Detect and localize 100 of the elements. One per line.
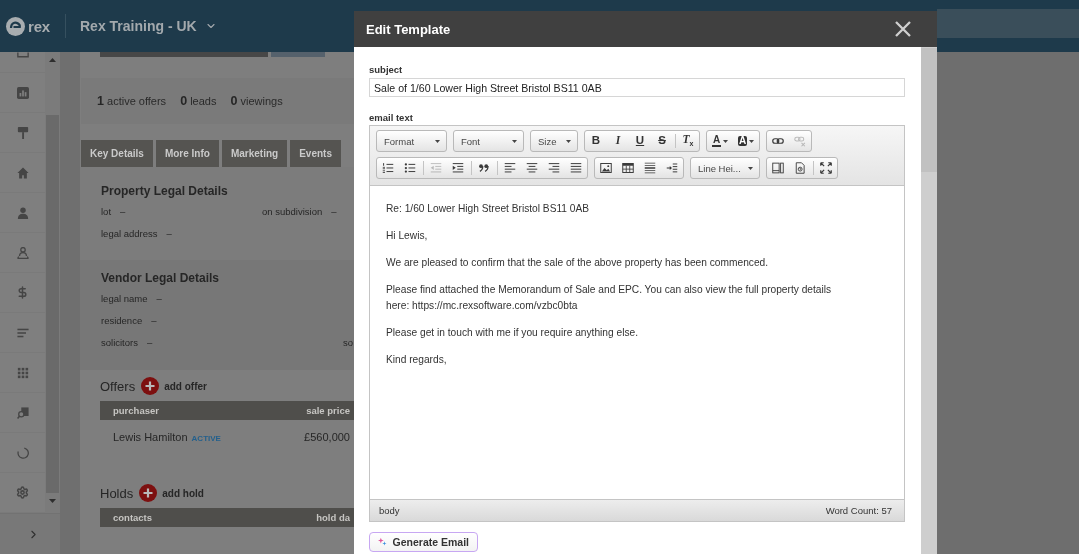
home-icon[interactable] (16, 166, 29, 179)
page-layout-icon (772, 162, 784, 174)
dollar-icon[interactable] (16, 286, 29, 299)
document-search-icon[interactable] (16, 406, 29, 419)
email-paragraph: Re: 1/60 Lower High Street Bristol BS11 0AB (386, 202, 591, 216)
align-center-icon (526, 162, 538, 174)
email-paragraph: Kind regards, (386, 353, 448, 367)
field-value: – (156, 292, 162, 304)
align-left-icon (504, 162, 516, 174)
field-label: solicitors (101, 336, 138, 348)
caret-down-icon (566, 139, 571, 143)
account-switcher[interactable]: Rex Training - UK (80, 18, 217, 34)
tab[interactable]: Events (290, 140, 341, 167)
toolbar-dropdown[interactable]: Size (530, 130, 578, 152)
email-paragraph: We are pleased to confirm that the sale of the above property has been commenced. (386, 256, 770, 270)
field-label: residence (101, 314, 143, 326)
field-label: lot (101, 205, 112, 217)
remove-format-button[interactable]: T$_{x}$ (677, 131, 699, 151)
chart-icon[interactable] (16, 86, 29, 99)
justify-icon (570, 162, 582, 174)
background-color-button[interactable]: A (733, 131, 759, 151)
bold-button[interactable]: B (585, 131, 607, 151)
scrollbar-track[interactable] (45, 52, 60, 513)
toolbar-dropdown[interactable]: Format (376, 130, 447, 152)
horizontal-line-icon (644, 162, 656, 174)
field-value: – (146, 336, 153, 348)
underline-button[interactable]: U (629, 131, 651, 151)
toolbar-dropdown[interactable]: Line Hei... (690, 157, 760, 179)
italic-button[interactable]: I (607, 131, 629, 151)
location-person-icon[interactable] (16, 246, 29, 259)
scrollbar-track[interactable] (921, 47, 937, 554)
dialog-title: Edit Template (366, 21, 451, 37)
window-icon[interactable] (16, 52, 29, 58)
image-icon (600, 162, 612, 174)
scrollbar-thumb[interactable] (921, 48, 937, 172)
toolbar-dropdown[interactable]: Font (453, 130, 524, 152)
section-title: Vendor Legal Details (101, 270, 221, 287)
settings-icon[interactable] (16, 486, 29, 499)
caret-up-icon[interactable] (49, 58, 56, 62)
indent-icon (452, 162, 464, 174)
numbered-list-icon (382, 162, 394, 174)
logo-text: rex (28, 17, 50, 35)
field-value: – (151, 314, 157, 326)
caret-down-icon (748, 166, 753, 170)
caret-down-icon[interactable] (49, 499, 56, 503)
align-right-icon (548, 162, 560, 174)
caret-down-icon (723, 139, 729, 143)
document-preview-icon (794, 162, 806, 174)
field-value: – (166, 227, 172, 239)
plus-circle-icon (141, 377, 160, 395)
sparkle-icon (378, 536, 387, 548)
stat-text: 0 viewings (230, 94, 283, 108)
field-label: subject (369, 63, 404, 76)
maximize-icon (820, 162, 832, 174)
person-icon[interactable] (16, 206, 29, 219)
tab[interactable]: Key Details (81, 140, 153, 167)
logo-icon (6, 16, 25, 36)
quote-icon (478, 162, 490, 174)
field-label: on subdivision (262, 205, 323, 217)
word-count: Word Count: 57 (825, 505, 892, 516)
link-icon (772, 135, 784, 147)
section-title: Holds (100, 485, 134, 501)
element-path[interactable]: body (379, 505, 400, 516)
sidebar-toggle[interactable] (0, 513, 60, 554)
email-paragraph: Please find attached the Memorandum of Sale and EPC. You can also view the full property details here: https://mc.rexsoftware.com/vzbc0bta (386, 283, 833, 313)
field-value: – (120, 205, 126, 217)
email-paragraph: Please get in touch with me if you require anything else. (386, 326, 639, 340)
add-button[interactable]: add offer (141, 377, 207, 395)
spinner-icon[interactable] (16, 446, 29, 459)
field-label: legal address (101, 227, 158, 239)
generate-email-button[interactable]: Generate Email (369, 532, 478, 552)
caret-down-icon (512, 139, 517, 143)
stat-text: 0 leads (180, 94, 217, 108)
field-label: legal name (101, 292, 148, 304)
menu-lines-icon[interactable] (16, 326, 29, 339)
stat-text: 1 active offers (97, 94, 167, 108)
unlink-icon (794, 135, 806, 147)
field-value: – (331, 205, 337, 217)
caret-down-icon (749, 139, 755, 143)
subject-field[interactable]: Sale of 1/60 Lower High Street Bristol BS11 0AB (369, 78, 905, 97)
grid-icon[interactable] (16, 366, 29, 379)
status-tag: ACTIVE (191, 434, 221, 443)
tab[interactable]: More Info (155, 140, 219, 167)
add-button[interactable]: add hold (139, 484, 204, 502)
tab[interactable]: Marketing (221, 140, 288, 167)
section-title: Offers (100, 378, 136, 394)
email-paragraph: Hi Lewis, (386, 229, 429, 243)
strikethrough-button[interactable]: S (651, 131, 673, 151)
section-title: Property Legal Details (101, 183, 229, 200)
field-label: email text (369, 111, 414, 124)
signpost-icon[interactable] (16, 126, 29, 139)
caret-down-icon (435, 139, 440, 143)
column-header: sale price (306, 405, 350, 416)
text-color-button[interactable]: A (707, 131, 733, 151)
column-header: contacts (113, 512, 153, 523)
bulleted-list-icon (404, 162, 416, 174)
plus-circle-icon (139, 484, 158, 502)
close-button[interactable] (895, 21, 911, 37)
table-cell: Lewis Hamilton (113, 431, 188, 443)
photo-placeholder (271, 52, 325, 57)
